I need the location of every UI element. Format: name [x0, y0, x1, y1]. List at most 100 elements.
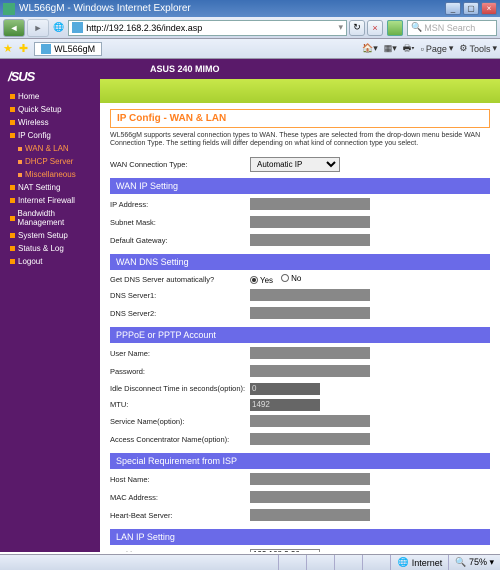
- sidebar-item-label: DHCP Server: [25, 157, 73, 166]
- sidebar-item-bandwidth-management[interactable]: Bandwidth Management: [0, 207, 100, 229]
- acc-field: [250, 433, 370, 445]
- home-menu-icon[interactable]: 🏠▾: [362, 41, 378, 57]
- svc-field: [250, 415, 370, 427]
- bullet-icon: [10, 94, 15, 99]
- subnet-label: Subnet Mask:: [110, 218, 250, 227]
- gateway-field: [250, 234, 370, 246]
- user-field: [250, 347, 370, 359]
- bullet-icon: [10, 233, 15, 238]
- bullet-icon: [18, 147, 22, 151]
- tools-menu[interactable]: ⚙Tools ▾: [459, 41, 497, 57]
- sidebar-item-label: IP Config: [18, 131, 51, 140]
- ip-address-label: IP Address:: [110, 200, 250, 209]
- search-input[interactable]: 🔍 MSN Search: [407, 20, 497, 36]
- go-button[interactable]: [387, 20, 403, 36]
- sidebar-item-label: Internet Firewall: [18, 196, 75, 205]
- section-wan-ip: WAN IP Setting: [110, 178, 490, 194]
- security-zone: 🌐Internet: [391, 555, 449, 570]
- feed-menu-icon[interactable]: ▦▾: [384, 41, 397, 57]
- sidebar-item-dhcp-server[interactable]: DHCP Server: [0, 155, 100, 168]
- print-menu-icon[interactable]: 🖶▾: [403, 41, 415, 57]
- minimize-button[interactable]: _: [445, 2, 461, 15]
- status-cell-4: [363, 555, 391, 570]
- bullet-icon: [10, 259, 15, 264]
- host-label: Host Name:: [110, 475, 250, 484]
- bullet-icon: [10, 185, 15, 190]
- sidebar-item-internet-firewall[interactable]: Internet Firewall: [0, 194, 100, 207]
- maximize-button[interactable]: ▢: [463, 2, 479, 15]
- sidebar-item-label: Miscellaneous: [25, 170, 76, 179]
- sidebar-item-label: System Setup: [18, 231, 68, 240]
- zoom-level[interactable]: 🔍 75% ▾: [449, 557, 500, 568]
- forward-button[interactable]: ►: [27, 19, 49, 37]
- window-title: WL566gM - Windows Internet Explorer: [19, 3, 191, 14]
- sidebar-item-wireless[interactable]: Wireless: [0, 116, 100, 129]
- sidebar-item-quick-setup[interactable]: Quick Setup: [0, 103, 100, 116]
- sidebar-item-label: WAN & LAN: [25, 144, 69, 153]
- sidebar-item-nat-setting[interactable]: NAT Setting: [0, 181, 100, 194]
- user-label: User Name:: [110, 349, 250, 358]
- address-icon: 🌐: [53, 22, 64, 33]
- address-text: http://192.168.2.36/index.asp: [86, 23, 202, 33]
- bullet-icon: [10, 120, 15, 125]
- refresh-button[interactable]: ↻: [349, 20, 365, 36]
- sidebar-item-home[interactable]: Home: [0, 90, 100, 103]
- gateway-label: Default Gateway:: [110, 236, 250, 245]
- bullet-icon: [18, 160, 22, 164]
- mac-label: MAC Address:: [110, 493, 250, 502]
- sidebar-item-miscellaneous[interactable]: Miscellaneous: [0, 168, 100, 181]
- sidebar-item-system-setup[interactable]: System Setup: [0, 229, 100, 242]
- status-cell-3: [335, 555, 363, 570]
- page-intro: WL566gM supports several connection type…: [110, 132, 490, 149]
- add-favorites-icon[interactable]: ✚: [19, 42, 28, 55]
- mtu-label: MTU:: [110, 400, 250, 409]
- close-button[interactable]: ×: [481, 2, 497, 15]
- wan-conn-type-select[interactable]: Automatic IP: [250, 157, 340, 172]
- sidebar-item-label: Wireless: [18, 118, 49, 127]
- sidebar-item-label: Logout: [18, 257, 42, 266]
- banner-strip: [100, 79, 500, 103]
- sidebar-item-status-log[interactable]: Status & Log: [0, 242, 100, 255]
- section-pppoe: PPPoE or PPTP Account: [110, 327, 490, 343]
- section-wan-dns: WAN DNS Setting: [110, 254, 490, 270]
- back-button[interactable]: ◄: [3, 19, 25, 37]
- page-menu[interactable]: ▫Page ▾: [421, 41, 454, 57]
- tab-label: WL566gM: [54, 44, 95, 54]
- acc-label: Access Concentrator Name(option):: [110, 435, 250, 444]
- favicon-icon: [72, 22, 83, 33]
- search-icon: 🔍: [411, 22, 422, 33]
- app-icon: [3, 3, 15, 15]
- page-title: IP Config - WAN & LAN: [110, 109, 490, 128]
- sidebar-item-label: Home: [18, 92, 39, 101]
- subnet-field: [250, 216, 370, 228]
- svc-label: Service Name(option):: [110, 417, 250, 426]
- sidebar-item-label: Bandwidth Management: [18, 209, 96, 227]
- sidebar-item-label: Status & Log: [18, 244, 64, 253]
- tab-favicon-icon: [41, 44, 51, 54]
- dns-auto-yes-radio[interactable]: Yes: [250, 276, 273, 285]
- lan-ip-field[interactable]: 192.168.2.36: [250, 549, 320, 552]
- brand-logo: /SUS: [0, 63, 100, 90]
- mtu-field: 1492: [250, 399, 320, 411]
- bullet-icon: [10, 107, 15, 112]
- sidebar-item-ip-config[interactable]: IP Config: [0, 129, 100, 142]
- pass-label: Password:: [110, 367, 250, 376]
- dropdown-icon[interactable]: ▾: [338, 22, 343, 33]
- dns-auto-label: Get DNS Server automatically?: [110, 275, 250, 284]
- dns-auto-no-radio[interactable]: No: [281, 274, 301, 283]
- dns2-label: DNS Server2:: [110, 309, 250, 318]
- favorites-star-icon[interactable]: ★: [3, 42, 13, 55]
- sidebar-item-wan-lan[interactable]: WAN & LAN: [0, 142, 100, 155]
- status-message: [0, 555, 279, 570]
- address-bar[interactable]: http://192.168.2.36/index.asp ▾: [68, 20, 347, 36]
- host-field: [250, 473, 370, 485]
- bullet-icon: [10, 133, 15, 138]
- idle-field: 0: [250, 383, 320, 395]
- browser-tab[interactable]: WL566gM: [34, 42, 102, 56]
- stop-button[interactable]: ×: [367, 20, 383, 36]
- section-lan-ip: LAN IP Setting: [110, 529, 490, 545]
- sidebar-item-logout[interactable]: Logout: [0, 255, 100, 268]
- lan-ip-label: IP Address:: [110, 550, 250, 552]
- search-placeholder: MSN Search: [424, 23, 475, 33]
- heartbeat-label: Heart-Beat Server:: [110, 511, 250, 520]
